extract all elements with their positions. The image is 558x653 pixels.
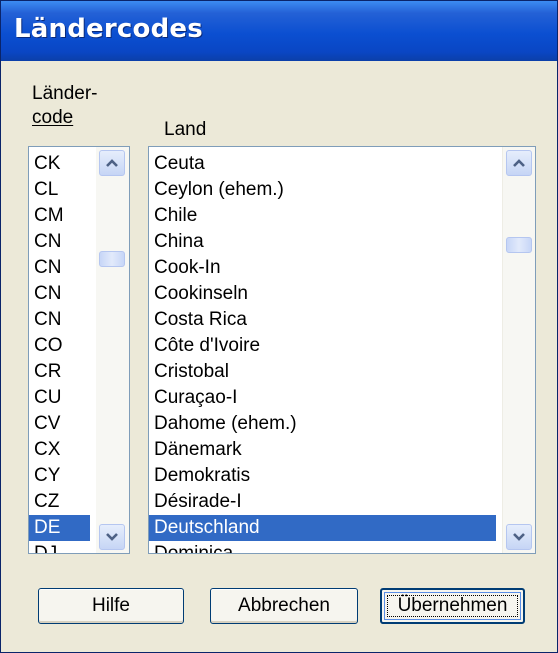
country-list-item[interactable]: Deutschland <box>149 515 496 541</box>
country-list-item[interactable]: Cookinseln <box>149 281 496 307</box>
chevron-up-icon <box>106 159 118 167</box>
country-list-item[interactable]: Curaçao-I <box>149 385 496 411</box>
country-code-list-item[interactable]: CK <box>29 151 90 177</box>
country-code-list-item[interactable]: CO <box>29 333 90 359</box>
country-code-list-item[interactable]: CM <box>29 203 90 229</box>
scroll-thumb[interactable] <box>99 251 125 267</box>
country-code-list-item[interactable]: DJ <box>29 541 90 553</box>
window-title: Ländercodes <box>14 14 203 44</box>
country-items: Ceuta Ceylon (ehem.) Chile China Cook-In Cook… <box>149 151 496 553</box>
country-list-item[interactable]: Ceylon (ehem.) <box>149 177 496 203</box>
country-code-list-item[interactable]: CN <box>29 281 90 307</box>
country-code-list-item[interactable]: CN <box>29 229 90 255</box>
scroll-up-button[interactable] <box>99 150 125 176</box>
country-code-label: Länder- code <box>32 82 122 130</box>
country-scrollbar[interactable] <box>502 147 535 553</box>
scroll-down-button[interactable] <box>506 524 532 550</box>
dialog-window: Ländercodes Länder- code Land CK CL CM CN CN… <box>0 0 558 653</box>
country-list-item[interactable]: Costa Rica <box>149 307 496 333</box>
country-code-label-line2: code <box>32 107 74 128</box>
country-list-item[interactable]: Dänemark <box>149 437 496 463</box>
country-code-list-item[interactable]: DE <box>29 515 90 541</box>
country-list-item[interactable]: Demokratis <box>149 463 496 489</box>
country-list-item[interactable]: China <box>149 229 496 255</box>
chevron-down-icon <box>513 533 525 541</box>
country-code-list-item[interactable]: CY <box>29 463 90 489</box>
help-button[interactable]: Hilfe <box>38 588 184 624</box>
country-list-item[interactable]: Dahome (ehem.) <box>149 411 496 437</box>
country-code-label-line1: Länder- <box>32 83 98 104</box>
country-list-item[interactable]: Côte d'Ivoire <box>149 333 496 359</box>
country-code-scrollbar[interactable] <box>96 147 129 553</box>
cancel-button[interactable]: Abbrechen <box>210 588 358 624</box>
country-list-item[interactable]: Désirade-I <box>149 489 496 515</box>
country-code-listbox[interactable]: CK CL CM CN CN CN CN CO CR CU CV CX CY CZ DE DJ <box>28 146 130 554</box>
country-code-list-item[interactable]: CL <box>29 177 90 203</box>
scroll-thumb[interactable] <box>506 237 532 253</box>
country-code-list-item[interactable]: CN <box>29 255 90 281</box>
chevron-up-icon <box>513 159 525 167</box>
country-code-list-item[interactable]: CU <box>29 385 90 411</box>
chevron-down-icon <box>106 533 118 541</box>
country-list-item[interactable]: Dominica <box>149 541 496 553</box>
country-code-items: CK CL CM CN CN CN CN CO CR CU CV CX CY CZ DE DJ <box>29 151 90 553</box>
country-code-list-item[interactable]: CV <box>29 411 90 437</box>
apply-button[interactable]: Übernehmen <box>380 588 525 624</box>
country-list-item[interactable]: Cook-In <box>149 255 496 281</box>
country-code-list-item[interactable]: CZ <box>29 489 90 515</box>
country-list-item[interactable]: Ceuta <box>149 151 496 177</box>
country-list-item[interactable]: Chile <box>149 203 496 229</box>
title-bar[interactable]: Ländercodes <box>1 1 557 61</box>
country-code-list-item[interactable]: CR <box>29 359 90 385</box>
country-code-list-item[interactable]: CN <box>29 307 90 333</box>
country-label: Land <box>164 119 207 140</box>
country-code-list-item[interactable]: CX <box>29 437 90 463</box>
country-listbox[interactable]: Ceuta Ceylon (ehem.) Chile China Cook-In Cook… <box>148 146 536 554</box>
scroll-up-button[interactable] <box>506 150 532 176</box>
focus-rectangle <box>387 595 518 617</box>
country-list-item[interactable]: Cristobal <box>149 359 496 385</box>
scroll-down-button[interactable] <box>99 524 125 550</box>
